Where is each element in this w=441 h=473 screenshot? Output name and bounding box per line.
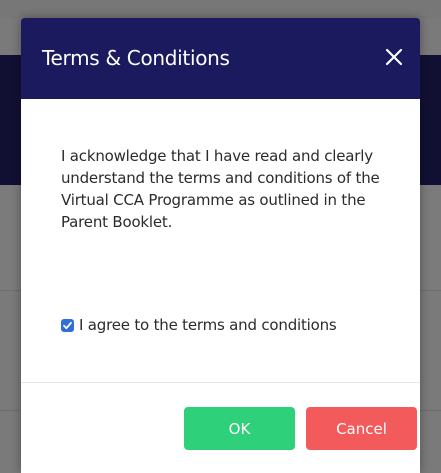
terms-modal: Terms & Conditions I acknowledge that I … <box>21 18 420 473</box>
ok-button[interactable]: OK <box>184 407 295 450</box>
cancel-button[interactable]: Cancel <box>306 407 417 450</box>
agree-checkbox[interactable] <box>61 318 74 332</box>
close-button[interactable] <box>382 45 406 69</box>
modal-header: Terms & Conditions <box>21 18 420 99</box>
footer-divider <box>21 382 420 383</box>
agree-row: I agree to the terms and conditions <box>61 315 337 335</box>
checkmark-icon <box>63 321 72 329</box>
agree-label[interactable]: I agree to the terms and conditions <box>79 316 337 334</box>
background-top-bar <box>0 0 441 18</box>
modal-title: Terms & Conditions <box>42 46 230 70</box>
terms-body-text: I acknowledge that I have read and clear… <box>61 147 380 231</box>
close-icon <box>385 48 403 66</box>
